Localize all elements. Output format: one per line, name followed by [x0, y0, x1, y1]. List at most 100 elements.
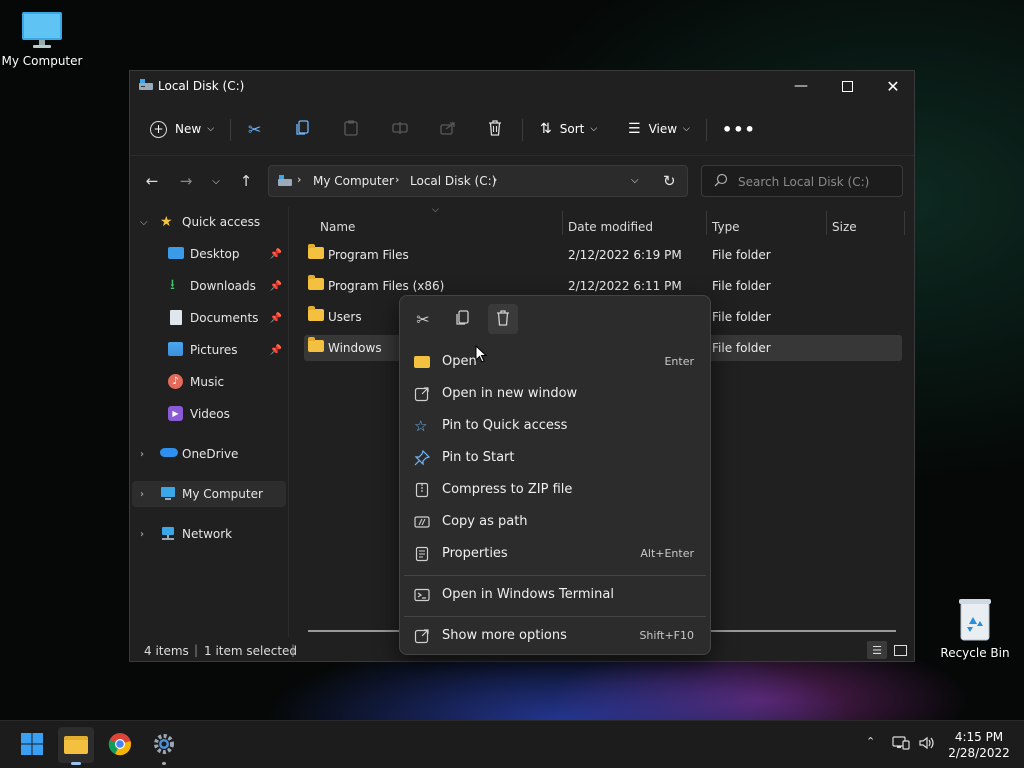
- menu-item-show-more-options[interactable]: Show more options Shift+F10: [404, 621, 706, 651]
- desktop-icon-recycle-bin[interactable]: Recycle Bin: [933, 596, 1017, 660]
- column-header-size[interactable]: Size: [832, 215, 857, 239]
- file-type: File folder: [712, 248, 771, 262]
- desktop-icon-my-computer[interactable]: My Computer: [0, 10, 84, 68]
- menu-item-pin-quick-access[interactable]: ☆ Pin to Quick access: [404, 411, 706, 441]
- taskbar-file-explorer[interactable]: [58, 727, 94, 765]
- sidebar-item-my-computer[interactable]: › My Computer: [132, 481, 286, 507]
- cut-button[interactable]: ✂: [248, 111, 261, 147]
- download-icon: ⭳: [170, 277, 175, 293]
- tiles-view-button[interactable]: [890, 641, 910, 659]
- folder-icon: [308, 275, 324, 290]
- toolbar-separator: [230, 119, 231, 141]
- share-button[interactable]: [440, 111, 456, 147]
- breadcrumb-my-computer[interactable]: My Computer: [313, 174, 394, 188]
- address-bar[interactable]: › My Computer › Local Disk (C:) › ⌵ ↻: [268, 165, 688, 197]
- chevron-down-icon: ⌵: [207, 124, 215, 134]
- sidebar-item-documents[interactable]: Documents 📌: [132, 305, 286, 331]
- column-separator[interactable]: [904, 211, 905, 235]
- forward-button[interactable]: →: [172, 163, 200, 199]
- copy-button[interactable]: [296, 111, 310, 147]
- back-button[interactable]: ←: [138, 163, 166, 199]
- sidebar-item-quick-access[interactable]: ⌵ ★ Quick access: [132, 209, 286, 235]
- delete-button[interactable]: [488, 304, 518, 334]
- sidebar-item-desktop[interactable]: Desktop 📌: [132, 241, 286, 267]
- close-button[interactable]: ✕: [870, 71, 916, 101]
- column-header-name[interactable]: Name: [320, 215, 355, 239]
- menu-item-compress-zip[interactable]: Compress to ZIP file: [404, 475, 706, 505]
- column-separator[interactable]: [706, 211, 707, 235]
- clock[interactable]: 4:15 PM 2/28/2022: [944, 729, 1014, 761]
- chevron-right-icon: ›: [395, 173, 400, 186]
- paste-button[interactable]: [344, 111, 358, 147]
- file-type: File folder: [712, 341, 771, 355]
- show-hidden-icons-button[interactable]: ⌃: [866, 735, 875, 748]
- video-icon: ▶: [168, 406, 183, 421]
- breadcrumb-local-disk[interactable]: Local Disk (C:): [410, 174, 496, 188]
- up-button[interactable]: ↑: [232, 163, 260, 199]
- menu-item-open[interactable]: Open Enter: [404, 347, 706, 377]
- column-header-date-modified[interactable]: Date modified: [568, 215, 653, 239]
- active-indicator: [71, 762, 81, 765]
- title-bar[interactable]: Local Disk (C:) — ✕: [130, 71, 914, 103]
- delete-button[interactable]: [488, 111, 502, 147]
- menu-item-open-new-window[interactable]: Open in new window: [404, 379, 706, 409]
- refresh-icon[interactable]: ↻: [663, 172, 676, 190]
- menu-item-copy-path[interactable]: Copy as path: [404, 507, 706, 537]
- minimize-icon: —: [794, 78, 808, 94]
- view-button-label: View: [648, 122, 678, 136]
- sidebar-item-label: Quick access: [182, 215, 261, 229]
- menu-item-shortcut: Alt+Enter: [640, 547, 694, 560]
- sidebar-item-videos[interactable]: ▶ Videos: [132, 401, 286, 427]
- details-view-icon: ☰: [872, 643, 882, 657]
- sidebar-item-onedrive[interactable]: › OneDrive: [132, 441, 286, 467]
- rename-button[interactable]: [392, 111, 408, 147]
- sidebar-item-pictures[interactable]: Pictures 📌: [132, 337, 286, 363]
- details-view-button[interactable]: ☰: [867, 641, 887, 659]
- desktop-icon: [168, 247, 184, 259]
- taskbar-settings[interactable]: [146, 727, 182, 765]
- volume-icon[interactable]: [918, 735, 936, 755]
- sidebar-item-music[interactable]: ♪ Music: [132, 369, 286, 395]
- sidebar-item-downloads[interactable]: ⭳ Downloads 📌: [132, 273, 286, 299]
- more-options-button[interactable]: •••: [722, 111, 756, 147]
- file-row[interactable]: Program Files 2/12/2022 6:19 PM File fol…: [304, 242, 902, 268]
- drive-icon: [138, 78, 154, 95]
- file-name: Users: [328, 310, 362, 324]
- copy-button[interactable]: [448, 304, 478, 334]
- column-header-type[interactable]: Type: [712, 215, 740, 239]
- sidebar-item-network[interactable]: › Network: [132, 521, 286, 547]
- cut-button[interactable]: ✂: [408, 304, 438, 334]
- toolbar-divider: [130, 155, 914, 156]
- recent-locations-button[interactable]: ⌵: [202, 163, 230, 199]
- ellipsis-icon: •••: [722, 119, 756, 139]
- recycle-bin-icon: [955, 596, 995, 642]
- menu-item-pin-start[interactable]: Pin to Start: [404, 443, 706, 473]
- sidebar-item-label: Downloads: [190, 279, 256, 293]
- maximize-icon: [841, 80, 853, 92]
- chevron-down-icon: ⌵: [212, 175, 220, 187]
- view-button[interactable]: ☰ View ⌵: [628, 111, 690, 147]
- rename-icon: [392, 121, 408, 138]
- search-input[interactable]: [736, 172, 900, 192]
- menu-item-open-terminal[interactable]: Open in Windows Terminal: [404, 580, 706, 610]
- start-button[interactable]: [14, 727, 50, 763]
- minimize-button[interactable]: —: [778, 71, 824, 101]
- search-box[interactable]: [701, 165, 903, 197]
- network-status-icon[interactable]: [892, 735, 910, 755]
- new-button[interactable]: + New ⌵: [150, 111, 214, 147]
- navigation-bar: ← → ⌵ ↑ › My Computer › Local Disk (C:) …: [130, 163, 914, 199]
- item-count: 4 items: [144, 644, 189, 658]
- sort-button[interactable]: ⇅ Sort ⌵: [540, 111, 597, 147]
- column-separator[interactable]: [826, 211, 827, 235]
- terminal-icon: [414, 587, 430, 603]
- sort-button-label: Sort: [559, 122, 585, 136]
- address-history-chevron[interactable]: ⌵: [631, 175, 639, 186]
- taskbar: ⌃ 4:15 PM 2/28/2022: [0, 720, 1024, 768]
- menu-item-properties[interactable]: Properties Alt+Enter: [404, 539, 706, 569]
- star-outline-icon: ☆: [414, 417, 428, 435]
- maximize-button[interactable]: [824, 71, 870, 101]
- pane-divider[interactable]: [288, 207, 289, 637]
- clipboard-icon: [344, 120, 358, 139]
- taskbar-chrome[interactable]: [102, 727, 138, 763]
- column-separator[interactable]: [562, 211, 563, 235]
